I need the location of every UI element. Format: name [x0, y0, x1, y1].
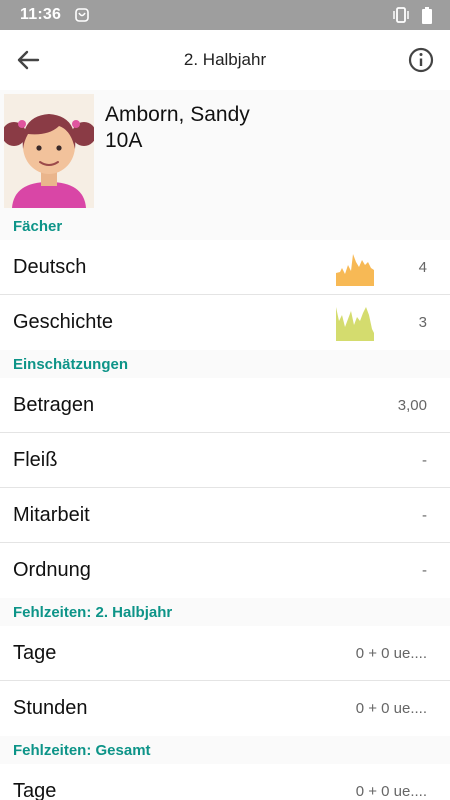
- absence-label: Stunden: [13, 697, 88, 719]
- assessment-label: Betragen: [13, 393, 95, 416]
- grade-sparkline: [336, 307, 374, 341]
- subject-grade: 4: [418, 258, 427, 276]
- absence-value: 0 + 0 ue....: [355, 700, 427, 717]
- status-time: 11:36: [20, 6, 62, 23]
- subject-grade: 3: [418, 314, 427, 331]
- absence-row-days[interactable]: Tage 0 + 0 ue....: [0, 626, 450, 681]
- student-profile: Amborn, Sandy 10A: [0, 90, 450, 212]
- assessment-row-fleiss[interactable]: Fleiß -: [0, 433, 450, 488]
- info-icon[interactable]: [408, 47, 434, 73]
- vibrate-icon: [393, 7, 409, 23]
- assessment-row-mitarbeit[interactable]: Mitarbeit -: [0, 488, 450, 543]
- subject-label: Geschichte: [13, 311, 114, 333]
- absence-total-row-days[interactable]: Tage 0 + 0 ue....: [0, 764, 450, 800]
- absence-value: 0 + 0 ue....: [355, 644, 427, 662]
- assessment-row-ordnung[interactable]: Ordnung -: [0, 543, 450, 598]
- section-assessments-header: Einschätzungen: [0, 350, 450, 378]
- absence-value: 0 + 0 ue....: [355, 783, 427, 800]
- student-class: 10A: [105, 129, 143, 152]
- page-title: 2. Halbjahr: [183, 50, 267, 69]
- assessment-value: -: [422, 506, 427, 524]
- assessment-label: Fleiß: [13, 448, 58, 471]
- student-name: Amborn, Sandy: [105, 103, 250, 126]
- status-bar: 11:36: [0, 0, 450, 30]
- section-absence-term-header: Fehlzeiten: 2. Halbjahr: [0, 598, 450, 626]
- subject-row-deutsch[interactable]: Deutsch 4: [0, 240, 450, 295]
- back-arrow-icon[interactable]: [14, 46, 42, 74]
- subject-row-geschichte[interactable]: Geschichte 3: [0, 295, 450, 350]
- subject-label: Deutsch: [13, 255, 87, 278]
- assessment-value: -: [422, 451, 427, 469]
- app-bar: 2. Halbjahr: [0, 30, 450, 90]
- section-absence-total-header: Fehlzeiten: Gesamt: [0, 736, 450, 764]
- absence-label: Tage: [13, 641, 57, 664]
- notification-icon: [75, 8, 89, 22]
- absence-label: Tage: [13, 780, 57, 800]
- avatar: [4, 94, 94, 208]
- assessment-label: Ordnung: [13, 559, 91, 581]
- avatar-illustration: [4, 94, 94, 208]
- grade-sparkline: [336, 254, 374, 286]
- assessment-row-betragen[interactable]: Betragen 3,00: [0, 378, 450, 433]
- absence-row-hours[interactable]: Stunden 0 + 0 ue....: [0, 681, 450, 736]
- battery-icon: [422, 6, 432, 24]
- section-subjects-header: Fächer: [0, 212, 450, 240]
- assessment-value: -: [422, 562, 427, 579]
- assessment-value: 3,00: [397, 396, 427, 414]
- assessment-label: Mitarbeit: [13, 503, 90, 526]
